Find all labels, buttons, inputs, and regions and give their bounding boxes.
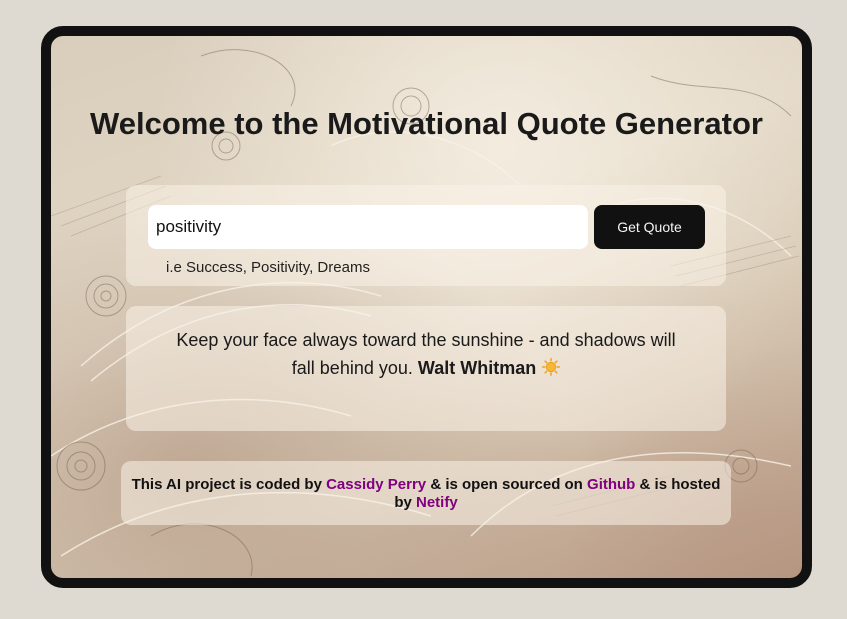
host-link[interactable]: Netify [416, 494, 458, 511]
sun-icon [542, 358, 561, 377]
github-link[interactable]: Github [587, 476, 635, 493]
footer-card: This AI project is coded by Cassidy Perr… [121, 461, 731, 525]
quote-author: Walt Whitman [417, 358, 537, 378]
footer-text-part1: This AI project is coded by [131, 476, 322, 493]
search-input[interactable] [148, 205, 588, 249]
app-frame: Welcome to the Motivational Quote Genera… [41, 26, 812, 588]
footer-credits: This AI project is coded by Cassidy Perr… [131, 476, 721, 512]
search-card: Get Quote i.e Success, Positivity, Dream… [126, 185, 726, 286]
author-link[interactable]: Cassidy Perry [326, 476, 426, 493]
quote-display: Keep your face always toward the sunshin… [166, 326, 686, 382]
footer-text-part2: & is open sourced on [430, 476, 583, 493]
search-hint: i.e Success, Positivity, Dreams [166, 259, 370, 276]
get-quote-button[interactable]: Get Quote [594, 205, 705, 249]
page-title: Welcome to the Motivational Quote Genera… [90, 106, 763, 141]
quote-card: Keep your face always toward the sunshin… [126, 306, 726, 431]
